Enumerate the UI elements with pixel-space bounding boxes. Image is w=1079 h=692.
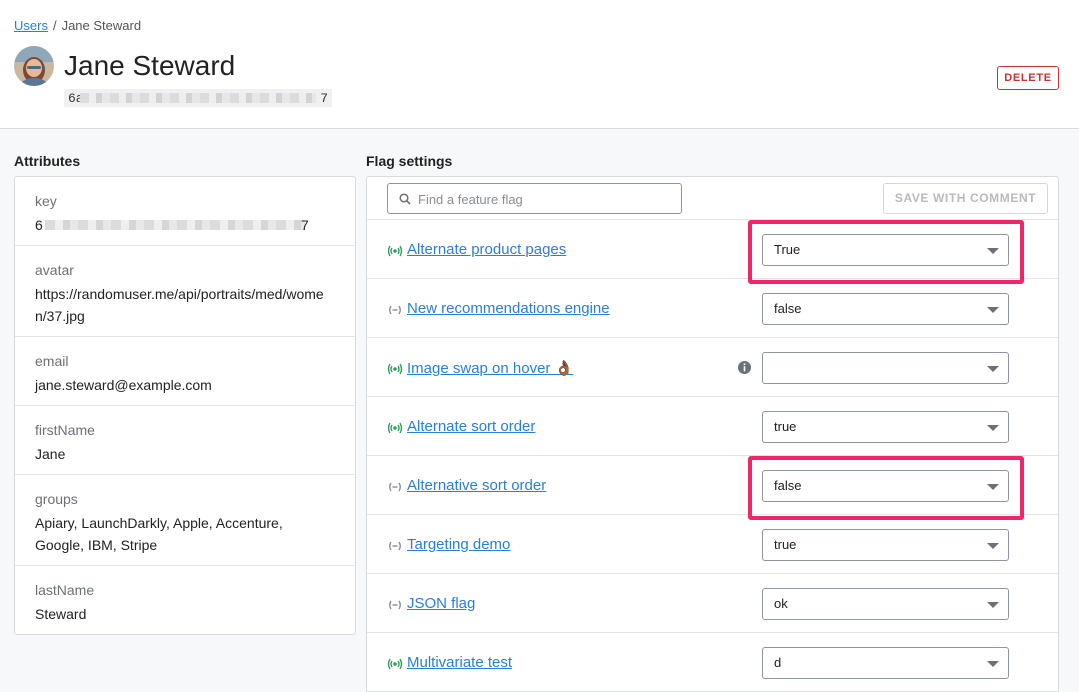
flag-on-status-icon	[387, 421, 403, 434]
breadcrumb-users-link[interactable]: Users	[14, 18, 48, 33]
flag-row: Image swap on hover 👌🏾	[367, 338, 1058, 397]
flag-on-status-icon	[387, 244, 403, 257]
breadcrumb-current: Jane Steward	[61, 18, 142, 33]
attribute-key: key	[35, 193, 57, 209]
flag-variation-value: false	[774, 301, 802, 316]
attribute-row-email: email jane.steward@example.com	[15, 337, 355, 406]
search-icon	[399, 193, 411, 205]
flag-variation-select[interactable]	[762, 352, 1009, 384]
flag-off-status-icon	[387, 598, 403, 610]
save-with-comment-button[interactable]: SAVE WITH COMMENT	[883, 183, 1048, 214]
redaction-blur	[80, 93, 316, 103]
flag-row: JSON flag ok	[367, 574, 1058, 633]
flag-name-link[interactable]: Alternate sort order	[407, 418, 535, 435]
highlight-box	[748, 220, 1024, 284]
attribute-value: Apiary, LaunchDarkly, Apple, Accenture, …	[35, 515, 283, 553]
attribute-value: Steward	[35, 606, 87, 622]
attribute-value: Jane	[35, 446, 66, 462]
flag-off-status-icon	[387, 539, 403, 551]
attribute-key: firstName	[35, 422, 95, 438]
attribute-value-prefix: 6	[35, 217, 43, 233]
flag-name-link[interactable]: Alternate product pages	[407, 241, 566, 258]
flag-variation-value: true	[774, 537, 797, 552]
flag-search-input[interactable]	[418, 189, 673, 209]
chevron-down-icon	[987, 602, 999, 608]
flag-off-status-icon	[387, 303, 403, 315]
attributes-title: Attributes	[14, 153, 81, 169]
attribute-row-key: key 6 7	[15, 177, 355, 246]
attribute-key: email	[35, 353, 69, 369]
chevron-down-icon	[987, 543, 999, 549]
flag-name-link[interactable]: JSON flag	[407, 595, 475, 612]
attribute-row-lastname: lastName Steward	[15, 566, 355, 634]
flag-name-link[interactable]: New recommendations engine	[407, 300, 610, 317]
attribute-key: avatar	[35, 262, 74, 278]
page-title: Jane Steward	[64, 50, 236, 81]
breadcrumb-separator: /	[52, 18, 57, 33]
delete-button[interactable]: DELETE	[997, 66, 1059, 90]
flag-off-status-icon	[387, 480, 403, 492]
flag-variation-select[interactable]: ok	[762, 588, 1009, 620]
flag-row: Alternate sort order true	[367, 397, 1058, 456]
attribute-key: lastName	[35, 582, 95, 598]
redaction-blur	[45, 220, 305, 230]
flag-variation-value: true	[774, 419, 797, 434]
flag-search[interactable]	[387, 183, 682, 214]
flag-row: Alternative sort order false	[367, 456, 1058, 520]
attribute-row-firstname: firstName Jane	[15, 406, 355, 475]
flag-toolbar: SAVE WITH COMMENT	[367, 177, 1058, 220]
flag-name-link[interactable]: Targeting demo	[407, 536, 510, 553]
flag-variation-select[interactable]: true	[762, 411, 1009, 443]
flag-on-status-icon	[387, 657, 403, 670]
info-icon[interactable]	[737, 360, 752, 375]
flag-settings-panel: SAVE WITH COMMENT Alternate product page…	[366, 176, 1059, 692]
attributes-panel: key 6 7 avatar https://randomuser.me/api…	[14, 176, 356, 635]
chevron-down-icon	[987, 425, 999, 431]
flag-on-status-icon	[387, 362, 403, 375]
user-header: Users / Jane Steward Jane Steward 6a 7 DEL…	[0, 0, 1079, 129]
flag-variation-select[interactable]: true	[762, 529, 1009, 561]
user-key-redacted: 6a 7	[64, 89, 332, 107]
attribute-value-suffix: 7	[301, 217, 309, 233]
flag-variation-select[interactable]: false	[762, 293, 1009, 325]
highlight-box	[748, 456, 1024, 520]
flag-name-link[interactable]: Multivariate test	[407, 654, 512, 671]
flag-variation-value: d	[774, 655, 782, 670]
flag-name-link[interactable]: Image swap on hover 👌🏾	[407, 359, 573, 377]
chevron-down-icon	[987, 661, 999, 667]
user-key-suffix: 7	[320, 91, 328, 106]
flag-variation-select[interactable]: d	[762, 647, 1009, 679]
flag-row: Alternate product pages True	[367, 220, 1058, 284]
breadcrumb: Users / Jane Steward	[14, 18, 141, 33]
flag-row: Targeting demo true	[367, 515, 1058, 574]
attribute-value-redacted: 6 7	[35, 214, 335, 236]
flag-row: Multivariate test d	[367, 633, 1058, 692]
attribute-value: jane.steward@example.com	[35, 377, 212, 393]
avatar	[14, 46, 54, 86]
flag-variation-value: ok	[774, 596, 788, 611]
flag-name-link[interactable]: Alternative sort order	[407, 477, 546, 494]
attribute-row-avatar: avatar https://randomuser.me/api/portrai…	[15, 246, 355, 337]
chevron-down-icon	[987, 366, 999, 372]
flag-row: New recommendations engine false	[367, 279, 1058, 338]
attribute-key: groups	[35, 491, 78, 507]
flag-settings-title: Flag settings	[366, 153, 453, 169]
attribute-value: https://randomuser.me/api/portraits/med/…	[35, 286, 324, 324]
attribute-row-groups: groups Apiary, LaunchDarkly, Apple, Acce…	[15, 475, 355, 566]
flag-list: Alternate product pages True New recommend…	[367, 220, 1058, 692]
chevron-down-icon	[987, 307, 999, 313]
